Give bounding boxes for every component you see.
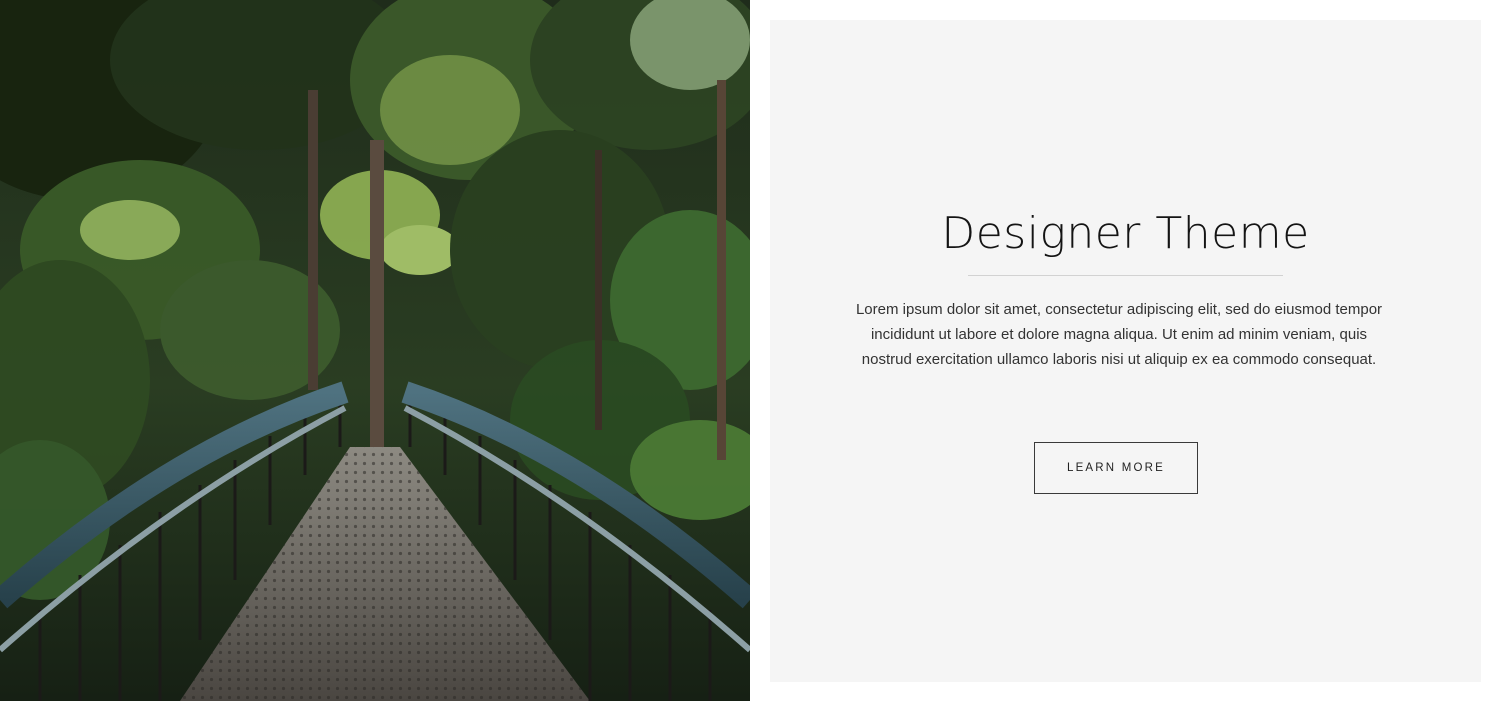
- title-divider: [968, 275, 1283, 276]
- forest-bridge-illustration: [0, 0, 750, 701]
- content-card: Designer Theme Lorem ipsum dolor sit ame…: [770, 20, 1481, 682]
- body-text: Lorem ipsum dolor sit amet, consectetur …: [855, 301, 1383, 368]
- learn-more-button[interactable]: LEARN MORE: [1034, 442, 1198, 494]
- hero-image: [0, 0, 750, 701]
- page-title: Designer Theme: [941, 208, 1310, 259]
- page: Designer Theme Lorem ipsum dolor sit ame…: [0, 0, 1500, 701]
